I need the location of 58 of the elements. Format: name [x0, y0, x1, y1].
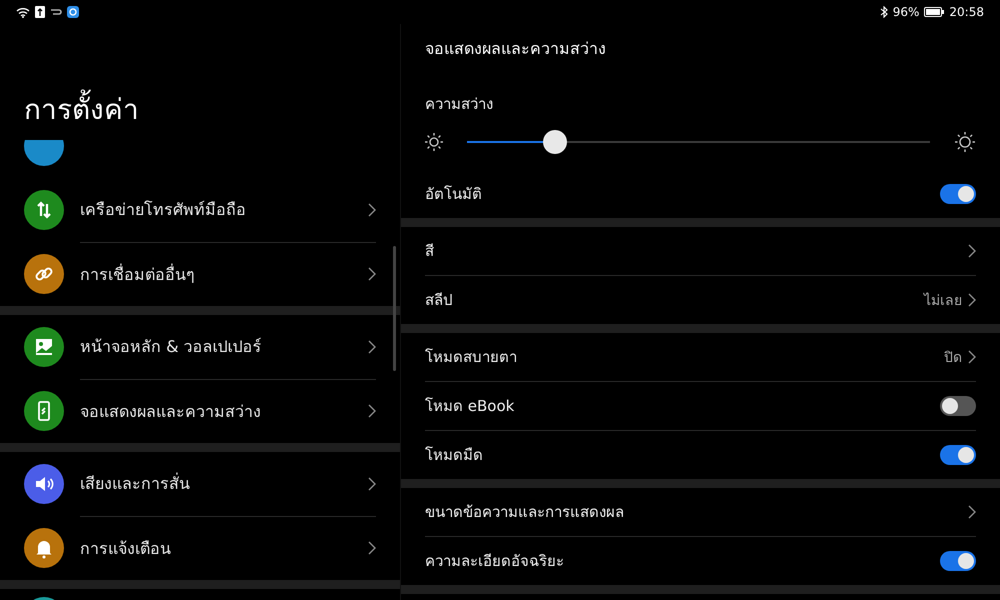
settings-item[interactable]: การแจ้งเตือน [0, 516, 400, 580]
battery-percent: 96% [892, 5, 920, 19]
page-title: การตั้งค่า [24, 90, 400, 140]
toggle-switch[interactable] [940, 184, 976, 204]
app-icon [67, 6, 79, 18]
item-label: หน้าจอหลัก & วอลเปเปอร์ [80, 336, 262, 358]
swoosh-icon [50, 8, 62, 16]
bluetooth-icon [880, 6, 888, 18]
item-label: เครือข่ายโทรศัพท์มือถือ [80, 199, 246, 221]
settings-row[interactable]: โหมด eBook [425, 382, 976, 431]
settings-row[interactable]: อัตโนมัติ [425, 170, 976, 218]
item-label: จอแสดงผลและความสว่าง [80, 400, 261, 422]
settings-item[interactable]: เสียงและการสั่น [0, 452, 400, 516]
row-label: สลีป [425, 290, 453, 311]
settings-item[interactable]: เครือข่ายโทรศัพท์มือถือ [0, 178, 400, 242]
settings-item[interactable]: จอแสดงผลและความสว่าง [0, 379, 400, 443]
settings-item[interactable]: การเชื่อมต่ออื่นๆ [0, 242, 400, 306]
toggle-switch[interactable] [940, 445, 976, 465]
row-label: โหมด eBook [425, 396, 514, 417]
toggle-switch[interactable] [940, 396, 976, 416]
item-label: เสียงและการสั่น [80, 472, 190, 495]
chevron-icon [368, 267, 376, 281]
item-label: การเชื่อมต่ออื่นๆ [80, 262, 195, 286]
row-value: ปิด [944, 349, 962, 368]
row-label: โหมดสบายตา [425, 347, 517, 368]
chevron-icon [968, 293, 976, 307]
upload-icon [35, 6, 45, 18]
settings-item[interactable]: หน้าจอหลัก & วอลเปเปอร์ [0, 315, 400, 379]
section-title: จอแสดงผลและความสว่าง [424, 38, 607, 60]
toggle-switch[interactable] [940, 551, 976, 571]
row-label: สี [425, 241, 434, 262]
chevron-icon [968, 505, 976, 519]
row-value: ไม่เลย [924, 292, 962, 311]
slider-thumb[interactable] [542, 130, 567, 154]
item-label: การแจ้งเตือน [80, 538, 171, 560]
chevron-icon [968, 350, 976, 364]
battery-icon [924, 7, 944, 17]
sun-icon [954, 131, 976, 153]
chevron-icon [968, 244, 976, 258]
settings-row[interactable]: ความละเอียดอัจฉริยะ [425, 537, 976, 585]
chevron-icon [368, 202, 376, 216]
brightness-label: ความสว่าง [424, 94, 494, 115]
row-label: ขนาดข้อความและการแสดงผล [425, 502, 624, 523]
settings-row[interactable]: สี [425, 227, 976, 276]
settings-row[interactable]: โหมดสบายตา ปิด [425, 333, 976, 382]
chevron-icon [368, 476, 376, 490]
settings-row[interactable]: ขนาดข้อความและการแสดงผล [425, 488, 976, 537]
clock-time: 20:58 [949, 5, 984, 19]
chevron-icon [368, 404, 376, 418]
row-label: อัตโนมัติ [425, 184, 482, 205]
chevron-icon [368, 340, 376, 354]
sun-icon [425, 133, 443, 151]
row-label: ความละเอียดอัจฉริยะ [425, 551, 564, 572]
chevron-icon [368, 541, 376, 555]
row-label: โหมดมืด [425, 445, 483, 466]
settings-row[interactable]: สลีป ไม่เลย [425, 276, 976, 324]
wifi-icon [16, 6, 30, 18]
settings-row[interactable]: โหมดมืด [425, 431, 976, 479]
